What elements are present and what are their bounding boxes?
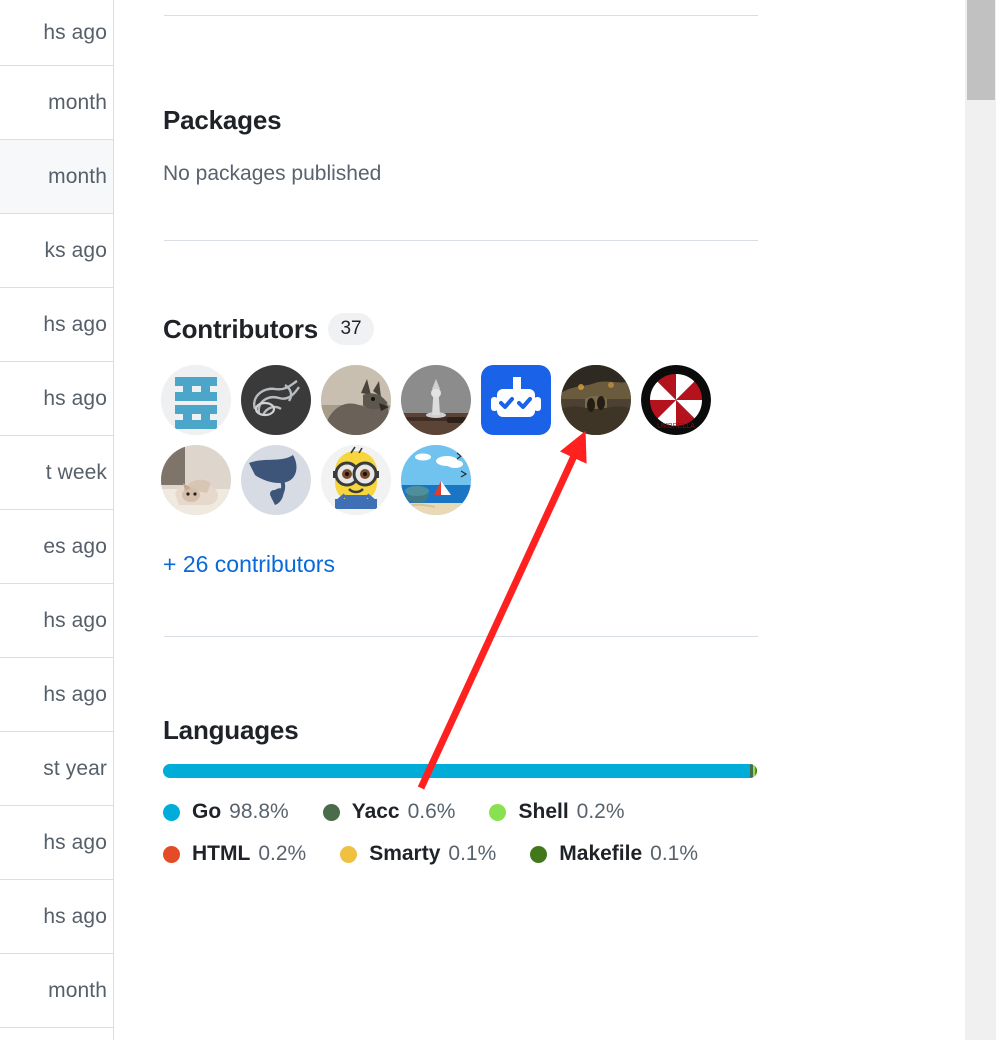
page-scrollbar-thumb[interactable] <box>967 0 995 100</box>
language-name: HTML <box>192 842 251 865</box>
commit-age-text: st year <box>43 756 107 780</box>
table-row[interactable]: month <box>0 66 113 140</box>
commit-age-text: month <box>48 164 107 188</box>
language-legend-item[interactable]: HTML 0.2% <box>163 842 306 866</box>
divider-above-packages <box>164 15 758 16</box>
table-row[interactable]: month <box>0 140 113 214</box>
avatar-hashicorp-logo[interactable] <box>161 365 231 435</box>
language-percent: 98.8% <box>229 800 289 823</box>
language-color-dot <box>322 803 340 821</box>
avatar-beach-scene[interactable] <box>401 445 471 515</box>
language-legend-item[interactable]: Shell 0.2% <box>489 800 625 824</box>
commit-age-text: hs ago <box>43 608 107 632</box>
table-row[interactable]: hs ago <box>0 288 113 362</box>
commit-age-text: ks ago <box>44 238 107 262</box>
table-row[interactable]: ks ago <box>0 214 113 288</box>
table-row[interactable]: hs ago <box>0 584 113 658</box>
commit-age-text: month <box>48 90 107 114</box>
language-name: Shell <box>518 800 569 823</box>
language-color-dot <box>163 845 180 863</box>
language-color-dot <box>163 803 180 821</box>
contributors-count-badge: 37 <box>328 312 375 345</box>
languages-heading: Languages <box>163 714 299 745</box>
language-percent: 0.2% <box>258 842 307 865</box>
commit-age-text: hs ago <box>43 312 107 336</box>
commit-age-text: t week <box>45 460 107 484</box>
language-bar-segment[interactable] <box>163 764 750 778</box>
page-root: hs ago month month ks ago hs ago hs ago t week… <box>0 0 996 1040</box>
language-color-dot <box>489 803 507 821</box>
commit-list-table: hs ago month month ks ago hs ago hs ago t week… <box>0 0 114 1040</box>
avatar-dark-dragon[interactable] <box>241 365 311 435</box>
language-percent: 0.1% <box>448 842 497 865</box>
avatar-german-shepherd[interactable] <box>321 365 391 435</box>
language-percent: 0.6% <box>407 800 456 823</box>
language-percent: 0.2% <box>576 800 625 823</box>
language-legend-item[interactable]: Yacc 0.6% <box>322 800 456 824</box>
avatar-statue-photo[interactable] <box>401 365 471 435</box>
table-row[interactable]: hs ago <box>0 658 113 732</box>
table-row[interactable]: hs ago <box>0 0 113 66</box>
contributors-heading: Contributors <box>163 313 319 344</box>
avatar-tree-silhouette[interactable] <box>241 445 311 515</box>
divider-above-languages <box>164 636 758 637</box>
avatar-sphynx-cat[interactable] <box>161 445 231 515</box>
divider-above-contributors <box>164 240 758 241</box>
table-row[interactable]: st year <box>0 732 113 806</box>
commit-age-text: hs ago <box>43 904 107 928</box>
page-scrollbar-track[interactable] <box>964 0 996 1040</box>
contributor-avatar-grid: UMBRELLA <box>161 365 721 515</box>
commit-age-text: month <box>48 978 107 1002</box>
table-row[interactable]: hs ago <box>0 362 113 436</box>
repo-sidebar: Packages No packages published Contribut… <box>115 0 964 1040</box>
commit-age-text: es ago <box>43 534 107 558</box>
language-distribution-bar[interactable] <box>163 764 757 778</box>
language-name: Yacc <box>351 800 400 823</box>
commit-age-text: hs ago <box>43 20 107 44</box>
scrollbar-gutter <box>955 0 964 1040</box>
language-name: Go <box>192 800 222 823</box>
commit-age-text: hs ago <box>43 682 107 706</box>
avatar-dependabot[interactable] <box>481 365 551 435</box>
packages-empty-text: No packages published <box>163 162 382 185</box>
language-legend-item[interactable]: Go 98.8% <box>163 800 289 824</box>
more-contributors-link[interactable]: + 26 contributors <box>163 551 335 579</box>
language-name: Smarty <box>369 842 441 865</box>
commit-age-text: hs ago <box>43 386 107 410</box>
table-row[interactable]: hs ago <box>0 806 113 880</box>
language-bar-segment[interactable] <box>756 764 757 778</box>
language-name: Makefile <box>559 842 643 865</box>
table-row[interactable]: es ago <box>0 510 113 584</box>
avatar-horse-riders[interactable] <box>561 365 631 435</box>
language-legend: Go 98.8% Yacc 0.6% Shell 0.2% HTML 0.2% Smarty 0.… <box>163 800 763 884</box>
avatar-minion[interactable] <box>321 445 391 515</box>
commit-age-text: hs ago <box>43 830 107 854</box>
table-row[interactable]: hs ago <box>0 880 113 954</box>
table-row[interactable]: month <box>0 954 113 1028</box>
language-legend-item[interactable]: Smarty 0.1% <box>340 842 496 866</box>
language-color-dot <box>340 845 358 863</box>
avatar-umbrella-corp[interactable]: UMBRELLA <box>641 365 711 435</box>
contributors-heading-row: Contributors 37 <box>163 294 375 363</box>
table-row[interactable]: t week <box>0 436 113 510</box>
svg-text:UMBRELLA: UMBRELLA <box>657 423 695 430</box>
language-percent: 0.1% <box>650 842 699 865</box>
language-color-dot <box>530 845 548 863</box>
language-legend-item[interactable]: Makefile 0.1% <box>530 842 698 866</box>
packages-heading: Packages <box>163 104 282 135</box>
